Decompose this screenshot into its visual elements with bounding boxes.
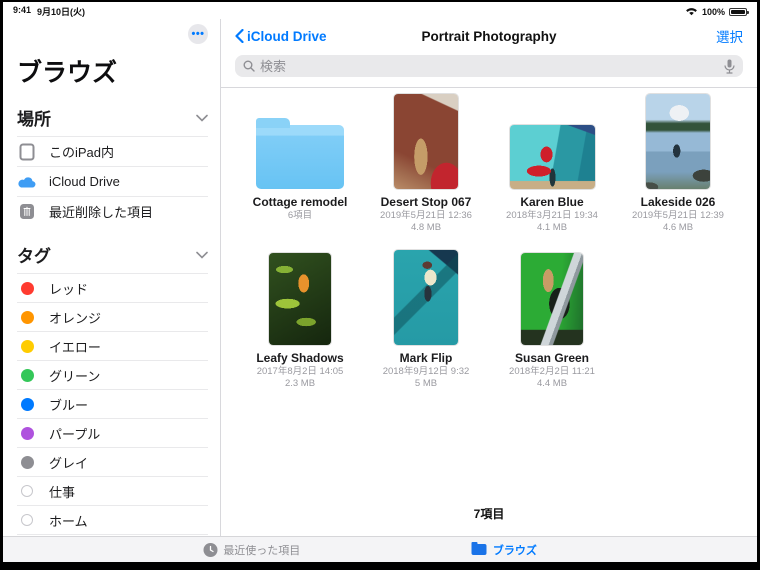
sidebar-item-recently-deleted[interactable]: 最近削除した項目 (17, 196, 208, 226)
file-thumbnail (510, 125, 595, 189)
file-item-susan-green[interactable]: Susan Green 2018年2月2日 11:21 4.4 MB (489, 250, 615, 390)
clock-icon (203, 543, 217, 557)
main-panel: Portrait Photography iCloud Drive 選択 (221, 19, 757, 536)
sidebar-title: ブラウズ (17, 53, 208, 89)
folder-icon (472, 544, 487, 555)
tags-section-header[interactable]: タグ (17, 242, 208, 273)
sidebar-tag-purple[interactable]: パープル (17, 418, 208, 447)
sidebar-tag-yellow[interactable]: イエロー (17, 331, 208, 360)
tag-color-dot (21, 282, 34, 295)
sidebar: ••• ブラウズ 場所 このiPad内 iCloud Drive (3, 19, 221, 536)
file-item-desert-stop-067[interactable]: Desert Stop 067 2019年5月21日 12:36 4.8 MB (363, 94, 489, 234)
sidebar-more-button[interactable]: ••• (188, 24, 208, 44)
tag-color-dot (21, 369, 34, 382)
search-input[interactable] (260, 59, 719, 74)
file-thumbnail (269, 253, 331, 345)
tab-recents[interactable]: 最近使った項目 (203, 537, 300, 562)
tag-color-dot (21, 398, 34, 411)
bottom-tab-bar: 最近使った項目 ブラウズ (3, 536, 757, 562)
files-app-screen: 9:41 9月10日(火) 100% ••• ブラウズ 場所 (3, 2, 757, 562)
sidebar-tag-red[interactable]: レッド (17, 273, 208, 302)
tag-color-dot (21, 340, 34, 353)
search-icon (243, 60, 255, 72)
chevron-down-icon (196, 251, 208, 259)
file-item-cottage-remodel[interactable]: Cottage remodel 6項目 (237, 94, 363, 234)
sidebar-tag-orange[interactable]: オレンジ (17, 302, 208, 331)
wifi-icon (685, 6, 698, 18)
file-grid: Cottage remodel 6項目 Desert Stop 067 2019… (221, 88, 757, 505)
chevron-down-icon (196, 114, 208, 122)
file-thumbnail (521, 253, 583, 345)
battery-percent: 100% (702, 7, 725, 17)
tag-color-dot (21, 456, 34, 469)
status-time: 9:41 (13, 5, 31, 18)
tag-color-dot (21, 485, 33, 497)
select-button[interactable]: 選択 (716, 26, 743, 46)
sidebar-item-this-ipad[interactable]: このiPad内 (17, 136, 208, 166)
sidebar-tag-blue[interactable]: ブルー (17, 389, 208, 418)
file-thumbnail (394, 250, 458, 345)
device-frame: 9:41 9月10日(火) 100% ••• ブラウズ 場所 (0, 0, 760, 570)
ipad-icon (17, 143, 37, 161)
search-bar[interactable] (235, 55, 743, 77)
status-bar: 9:41 9月10日(火) 100% (3, 2, 757, 19)
file-item-mark-flip[interactable]: Mark Flip 2018年9月12日 9:32 5 MB (363, 250, 489, 390)
status-date: 9月10日(火) (37, 5, 85, 18)
tab-browse[interactable]: ブラウズ (472, 537, 537, 562)
sidebar-tag-green[interactable]: グリーン (17, 360, 208, 389)
tag-color-dot (21, 514, 33, 526)
item-count: 7項目 (221, 505, 757, 536)
icloud-icon (17, 175, 37, 189)
back-button[interactable]: iCloud Drive (235, 29, 327, 44)
sidebar-tag-home[interactable]: ホーム (17, 505, 208, 534)
file-thumbnail (394, 94, 458, 189)
tag-color-dot (21, 311, 34, 324)
trash-icon (17, 203, 37, 220)
file-item-leafy-shadows[interactable]: Leafy Shadows 2017年8月2日 14:05 2.3 MB (237, 250, 363, 390)
sidebar-tag-work[interactable]: 仕事 (17, 476, 208, 505)
chevron-left-icon (235, 29, 244, 43)
mic-icon[interactable] (724, 59, 735, 74)
sidebar-item-icloud-drive[interactable]: iCloud Drive (17, 166, 208, 196)
battery-icon (729, 8, 747, 16)
folder-icon (256, 125, 344, 189)
tag-color-dot (21, 427, 34, 440)
file-thumbnail (646, 94, 710, 189)
sidebar-tag-gray[interactable]: グレイ (17, 447, 208, 476)
file-item-karen-blue[interactable]: Karen Blue 2018年3月21日 19:34 4.1 MB (489, 94, 615, 234)
locations-section-header[interactable]: 場所 (17, 105, 208, 136)
file-item-lakeside-026[interactable]: Lakeside 026 2019年5月21日 12:39 4.6 MB (615, 94, 741, 234)
